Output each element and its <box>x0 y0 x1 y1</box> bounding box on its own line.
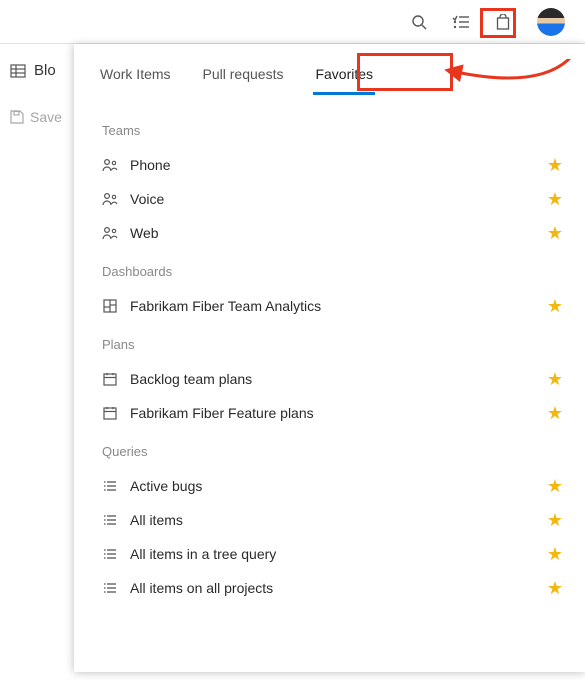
main-area: Blo Save Work Items Pull requests Favori… <box>0 44 585 672</box>
query-icon <box>102 514 118 526</box>
dashboard-icon <box>102 299 118 313</box>
item-label: All items <box>130 512 535 528</box>
avatar[interactable] <box>537 8 565 36</box>
plan-icon <box>102 372 118 386</box>
item-label: Active bugs <box>130 478 535 494</box>
team-icon <box>102 158 118 172</box>
star-icon[interactable]: ★ <box>547 369 563 390</box>
list-item[interactable]: Backlog team plans ★ <box>102 362 567 396</box>
item-label: All items in a tree query <box>130 546 535 562</box>
item-label: All items on all projects <box>130 580 535 596</box>
tab-pull-requests[interactable]: Pull requests <box>201 62 286 95</box>
list-item[interactable]: Fabrikam Fiber Feature plans ★ <box>102 396 567 430</box>
list-item[interactable]: Fabrikam Fiber Team Analytics ★ <box>102 289 567 323</box>
item-label: Fabrikam Fiber Feature plans <box>130 405 535 421</box>
list-item[interactable]: Web ★ <box>102 216 567 250</box>
star-icon[interactable]: ★ <box>547 476 563 497</box>
favorites-panel: Work Items Pull requests Favorites Teams… <box>74 44 585 672</box>
list-item[interactable]: All items ★ <box>102 503 567 537</box>
star-icon[interactable]: ★ <box>547 155 563 176</box>
list-item[interactable]: Voice ★ <box>102 182 567 216</box>
star-icon[interactable]: ★ <box>547 544 563 565</box>
query-icon <box>102 480 118 492</box>
star-icon[interactable]: ★ <box>547 296 563 317</box>
list-item[interactable]: Phone ★ <box>102 148 567 182</box>
panel-content: Teams Phone ★ Voice ★ Web ★ Dashboards F… <box>74 95 585 683</box>
section-header-queries: Queries <box>102 444 567 459</box>
section-header-dashboards: Dashboards <box>102 264 567 279</box>
query-icon <box>102 582 118 594</box>
save-label: Save <box>30 109 62 125</box>
grid-icon <box>10 63 26 79</box>
star-icon[interactable]: ★ <box>547 510 563 531</box>
left-column: Blo Save <box>0 44 74 672</box>
save-icon <box>10 110 24 124</box>
plan-icon <box>102 406 118 420</box>
search-icon[interactable] <box>407 10 431 34</box>
section-header-plans: Plans <box>102 337 567 352</box>
query-icon <box>102 548 118 560</box>
grid-label: Blo <box>10 62 64 79</box>
list-item[interactable]: All items on all projects ★ <box>102 571 567 605</box>
team-icon <box>102 226 118 240</box>
item-label: Phone <box>130 157 535 173</box>
star-icon[interactable]: ★ <box>547 403 563 424</box>
item-label: Web <box>130 225 535 241</box>
star-icon[interactable]: ★ <box>547 578 563 599</box>
save-button[interactable]: Save <box>10 109 64 125</box>
item-label: Backlog team plans <box>130 371 535 387</box>
list-item[interactable]: Active bugs ★ <box>102 469 567 503</box>
list-icon[interactable] <box>449 10 473 34</box>
tabs: Work Items Pull requests Favorites <box>74 58 585 95</box>
grid-label-text: Blo <box>34 62 56 79</box>
star-icon[interactable]: ★ <box>547 189 563 210</box>
tab-work-items[interactable]: Work Items <box>98 62 173 95</box>
item-label: Fabrikam Fiber Team Analytics <box>130 298 535 314</box>
section-header-teams: Teams <box>102 123 567 138</box>
item-label: Voice <box>130 191 535 207</box>
list-item[interactable]: All items in a tree query ★ <box>102 537 567 571</box>
annotation-highlight-favorites-tab <box>357 53 453 91</box>
annotation-highlight-list-button <box>480 8 516 38</box>
star-icon[interactable]: ★ <box>547 223 563 244</box>
team-icon <box>102 192 118 206</box>
